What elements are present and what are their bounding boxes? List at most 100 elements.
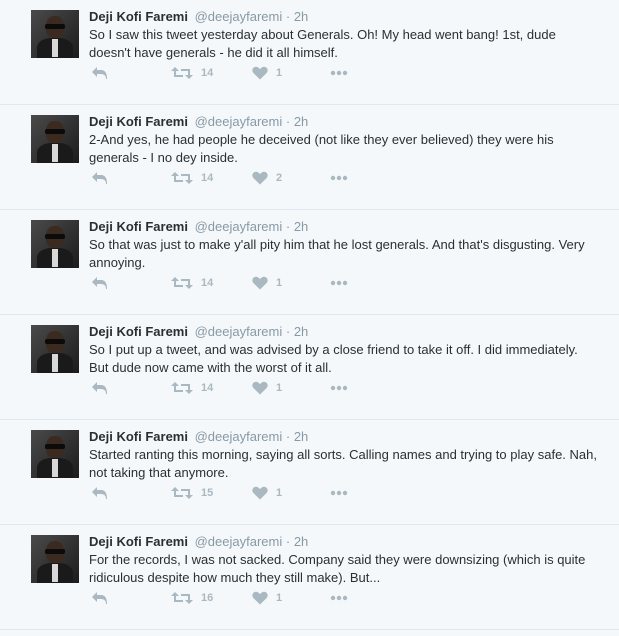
- tweet-text: 2-And yes, he had people he deceived (no…: [89, 132, 554, 165]
- author-name[interactable]: Deji Kofi Faremi: [89, 219, 188, 234]
- tweet[interactable]: Deji Kofi Faremi @deejayfaremi · 2h Star…: [0, 420, 619, 525]
- retweet-button[interactable]: 14: [171, 66, 213, 80]
- author-name[interactable]: Deji Kofi Faremi: [89, 324, 188, 339]
- reply-icon: [91, 591, 108, 605]
- author-handle[interactable]: @deejayfaremi: [195, 219, 283, 234]
- like-button[interactable]: 1: [252, 381, 282, 395]
- separator: ·: [285, 429, 291, 444]
- more-button[interactable]: [330, 381, 348, 395]
- more-dots-icon: [330, 171, 348, 185]
- retweet-icon: [171, 66, 193, 80]
- timestamp[interactable]: 2h: [294, 429, 308, 444]
- timestamp[interactable]: 2h: [294, 114, 308, 129]
- reply-button[interactable]: [91, 276, 108, 290]
- author-handle[interactable]: @deejayfaremi: [195, 534, 283, 549]
- retweet-count: 14: [201, 382, 214, 394]
- tweet-actions: 14 2: [89, 171, 389, 191]
- author-name[interactable]: Deji Kofi Faremi: [89, 534, 188, 549]
- like-count: 2: [276, 172, 283, 184]
- tweet-header: Deji Kofi Faremi @deejayfaremi · 2h: [89, 533, 609, 550]
- separator: ·: [285, 114, 291, 129]
- reply-button[interactable]: [91, 381, 108, 395]
- tweet[interactable]: Deji Kofi Faremi @deejayfaremi · 2h For …: [0, 525, 619, 630]
- author-name[interactable]: Deji Kofi Faremi: [89, 114, 188, 129]
- timestamp[interactable]: 2h: [294, 324, 308, 339]
- tweet-header: Deji Kofi Faremi @deejayfaremi · 2h: [89, 113, 609, 130]
- reply-button[interactable]: [91, 591, 108, 605]
- like-button[interactable]: 2: [252, 171, 282, 185]
- separator: ·: [285, 534, 291, 549]
- more-dots-icon: [330, 276, 348, 290]
- avatar[interactable]: [31, 535, 79, 583]
- retweet-count: 16: [201, 592, 214, 604]
- retweet-button[interactable]: 16: [171, 591, 213, 605]
- reply-icon: [91, 276, 108, 290]
- author-handle[interactable]: @deejayfaremi: [195, 324, 283, 339]
- timestamp[interactable]: 2h: [294, 534, 308, 549]
- author-handle[interactable]: @deejayfaremi: [195, 9, 283, 24]
- like-button[interactable]: 1: [252, 66, 282, 80]
- more-button[interactable]: [330, 486, 348, 500]
- retweet-button[interactable]: 15: [171, 486, 213, 500]
- tweet-actions: 15 1: [89, 486, 389, 506]
- author-handle[interactable]: @deejayfaremi: [195, 114, 283, 129]
- heart-icon: [252, 591, 268, 605]
- reply-button[interactable]: [91, 66, 108, 80]
- separator: ·: [285, 324, 291, 339]
- tweet-text: Started ranting this morning, saying all…: [89, 447, 597, 480]
- reply-button[interactable]: [91, 171, 108, 185]
- avatar[interactable]: [31, 325, 79, 373]
- like-count: 1: [276, 487, 283, 499]
- more-button[interactable]: [330, 171, 348, 185]
- tweet[interactable]: Deji Kofi Faremi @deejayfaremi · 2h So t…: [0, 210, 619, 315]
- reply-icon: [91, 381, 108, 395]
- avatar[interactable]: [31, 10, 79, 58]
- author-name[interactable]: Deji Kofi Faremi: [89, 429, 188, 444]
- more-button[interactable]: [330, 591, 348, 605]
- reply-button[interactable]: [91, 486, 108, 500]
- like-count: 1: [276, 592, 283, 604]
- tweet-actions: 14 1: [89, 276, 389, 296]
- timestamp[interactable]: 2h: [294, 219, 308, 234]
- more-button[interactable]: [330, 66, 348, 80]
- like-button[interactable]: 1: [252, 486, 282, 500]
- tweet[interactable]: Deji Kofi Faremi @deejayfaremi · 2h 2-An…: [0, 105, 619, 210]
- retweet-count: 15: [201, 487, 214, 499]
- more-dots-icon: [330, 591, 348, 605]
- tweet-text: So I put up a tweet, and was advised by …: [89, 342, 578, 375]
- retweet-button[interactable]: 14: [171, 381, 213, 395]
- avatar[interactable]: [31, 115, 79, 163]
- tweet-header: Deji Kofi Faremi @deejayfaremi · 2h: [89, 323, 609, 340]
- reply-icon: [91, 66, 108, 80]
- like-button[interactable]: 1: [252, 591, 282, 605]
- tweet-header: Deji Kofi Faremi @deejayfaremi · 2h: [89, 428, 609, 445]
- like-count: 1: [276, 382, 283, 394]
- tweet-header: Deji Kofi Faremi @deejayfaremi · 2h: [89, 8, 609, 25]
- tweet-actions: 14 1: [89, 66, 389, 86]
- tweet-header: Deji Kofi Faremi @deejayfaremi · 2h: [89, 218, 609, 235]
- retweet-icon: [171, 171, 193, 185]
- author-name[interactable]: Deji Kofi Faremi: [89, 9, 188, 24]
- retweet-button[interactable]: 14: [171, 171, 213, 185]
- more-dots-icon: [330, 66, 348, 80]
- retweet-icon: [171, 381, 193, 395]
- retweet-count: 14: [201, 67, 214, 79]
- retweet-icon: [171, 591, 193, 605]
- author-handle[interactable]: @deejayfaremi: [195, 429, 283, 444]
- tweet[interactable]: Deji Kofi Faremi @deejayfaremi · 2h So I…: [0, 0, 619, 105]
- tweet[interactable]: Deji Kofi Faremi @deejayfaremi · 2h So I…: [0, 315, 619, 420]
- tweet-text: So that was just to make y'all pity him …: [89, 237, 585, 270]
- retweet-count: 14: [201, 172, 214, 184]
- tweet-actions: 14 1: [89, 381, 389, 401]
- more-dots-icon: [330, 486, 348, 500]
- avatar[interactable]: [31, 220, 79, 268]
- retweet-button[interactable]: 14: [171, 276, 213, 290]
- like-button[interactable]: 1: [252, 276, 282, 290]
- like-count: 1: [276, 67, 283, 79]
- timestamp[interactable]: 2h: [294, 9, 308, 24]
- avatar[interactable]: [31, 430, 79, 478]
- separator: ·: [285, 219, 291, 234]
- separator: ·: [285, 9, 291, 24]
- more-button[interactable]: [330, 276, 348, 290]
- tweet-text: For the records, I was not sacked. Compa…: [89, 552, 586, 585]
